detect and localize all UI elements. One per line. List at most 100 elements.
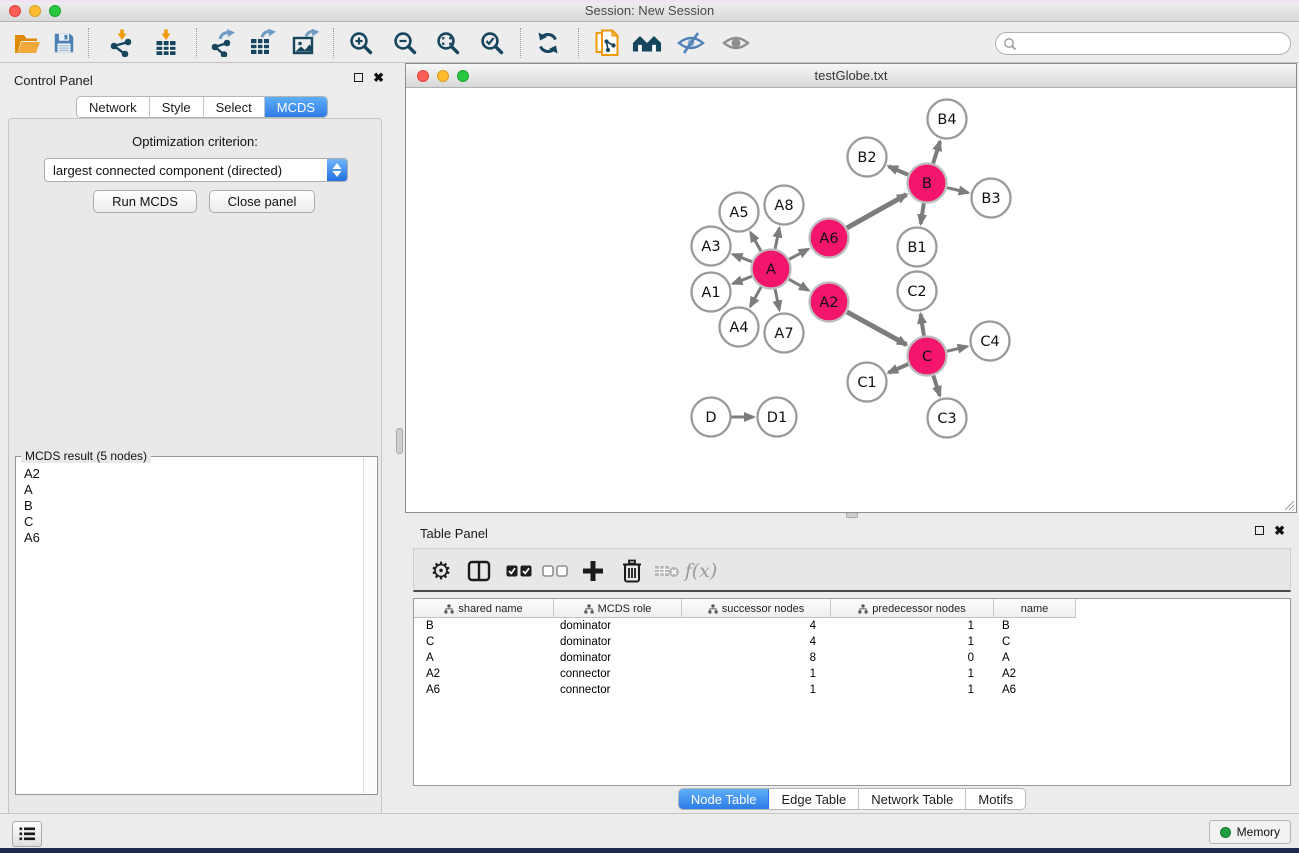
mcds-result-item[interactable]: B — [17, 497, 363, 513]
graph-node-C4[interactable]: C4 — [971, 322, 1010, 361]
export-image-icon[interactable] — [290, 29, 320, 57]
export-table-icon[interactable] — [247, 29, 277, 57]
table-tab-network-table[interactable]: Network Table — [859, 789, 966, 809]
refresh-icon[interactable] — [533, 29, 563, 57]
zoom-fit-icon[interactable] — [433, 29, 463, 57]
column-header-mcds-role[interactable]: MCDS role — [554, 599, 682, 618]
graph-node-A2[interactable]: A2 — [810, 283, 849, 322]
zoom-out-icon[interactable] — [390, 29, 420, 57]
table-tab-motifs[interactable]: Motifs — [966, 789, 1025, 809]
edge-A-A8[interactable] — [775, 228, 779, 249]
graph-node-C3[interactable]: C3 — [928, 399, 967, 438]
optimization-criterion-dropdown[interactable]: largest connected component (directed) — [44, 158, 348, 182]
mcds-result-item[interactable]: A2 — [17, 465, 363, 481]
mcds-result-item[interactable]: C — [17, 513, 363, 529]
network-graph-canvas[interactable]: B4B2BB3A5A8A6A3B1AA1C2A2A4A7C4CC1C3DD1 — [406, 88, 1296, 512]
edge-A-A5[interactable] — [751, 232, 761, 251]
edge-B-B4[interactable] — [933, 141, 940, 163]
first-neighbors-icon[interactable] — [632, 29, 662, 57]
graph-node-A7[interactable]: A7 — [765, 314, 804, 353]
network-snapshot-icon[interactable] — [592, 29, 622, 57]
close-panel-icon[interactable]: ✖ — [373, 73, 384, 82]
graph-node-A[interactable]: A — [752, 250, 791, 289]
tab-network[interactable]: Network — [77, 97, 150, 117]
table-settings-gear-icon[interactable]: ⚙ — [426, 556, 456, 586]
search-field[interactable] — [995, 32, 1291, 55]
edge-B-B3[interactable] — [947, 188, 968, 193]
mcds-result-item[interactable]: A — [17, 481, 363, 497]
table-row[interactable]: Bdominator41B — [414, 618, 1290, 634]
float-panel-icon[interactable] — [354, 73, 363, 82]
graph-node-A6[interactable]: A6 — [810, 219, 849, 258]
graph-node-C[interactable]: C — [908, 337, 947, 376]
table-row[interactable]: Adominator80A — [414, 650, 1290, 666]
edge-A-A2[interactable] — [789, 279, 809, 290]
edge-A-A1[interactable] — [733, 276, 752, 283]
deselect-all-icon[interactable] — [540, 556, 570, 586]
graph-node-A1[interactable]: A1 — [692, 273, 731, 312]
tab-style[interactable]: Style — [150, 97, 204, 117]
tab-select[interactable]: Select — [204, 97, 265, 117]
edge-A6-B[interactable] — [847, 195, 907, 228]
tab-mcds[interactable]: MCDS — [265, 97, 327, 117]
column-header-name[interactable]: name — [994, 599, 1076, 618]
mcds-result-item[interactable]: A6 — [17, 529, 363, 545]
import-table-icon[interactable] — [151, 29, 181, 57]
graph-node-B1[interactable]: B1 — [898, 228, 937, 267]
table-tab-node-table[interactable]: Node Table — [679, 789, 770, 809]
graph-node-A8[interactable]: A8 — [765, 186, 804, 225]
graph-node-C2[interactable]: C2 — [898, 272, 937, 311]
open-session-icon[interactable] — [12, 29, 42, 57]
graph-node-B[interactable]: B — [908, 164, 947, 203]
column-header-successor-nodes[interactable]: successor nodes — [682, 599, 831, 618]
vertical-splitter-handle[interactable] — [396, 428, 403, 454]
close-table-panel-icon[interactable]: ✖ — [1274, 526, 1285, 535]
table-row[interactable]: Cdominator41C — [414, 634, 1290, 650]
graph-node-A4[interactable]: A4 — [720, 308, 759, 347]
graph-node-D1[interactable]: D1 — [758, 398, 797, 437]
zoom-in-icon[interactable] — [346, 29, 376, 57]
result-list-scrollbar[interactable] — [363, 458, 376, 793]
edge-C-C4[interactable] — [947, 346, 967, 351]
edge-A-A7[interactable] — [775, 289, 779, 310]
graph-node-B3[interactable]: B3 — [972, 179, 1011, 218]
apply-function-icon[interactable]: f(x) — [686, 556, 716, 586]
table-row[interactable]: A6connector11A6 — [414, 682, 1290, 698]
float-table-panel-icon[interactable] — [1255, 526, 1264, 535]
column-header-predecessor-nodes[interactable]: predecessor nodes — [831, 599, 994, 618]
export-network-icon[interactable] — [207, 29, 237, 57]
import-network-icon[interactable] — [106, 29, 136, 57]
close-panel-button[interactable]: Close panel — [209, 190, 315, 213]
edge-A2-C[interactable] — [847, 312, 906, 345]
table-tab-edge-table[interactable]: Edge Table — [769, 789, 859, 809]
edge-C-C3[interactable] — [933, 376, 939, 396]
delete-column-trash-icon[interactable] — [617, 556, 647, 586]
search-input[interactable] — [1017, 35, 1290, 53]
show-columns-icon[interactable] — [464, 556, 494, 586]
graph-node-B4[interactable]: B4 — [928, 100, 967, 139]
edge-B-B2[interactable] — [889, 166, 909, 175]
run-mcds-button[interactable]: Run MCDS — [93, 190, 197, 213]
delete-table-icon[interactable] — [652, 556, 682, 586]
graph-node-B2[interactable]: B2 — [848, 138, 887, 177]
save-session-icon[interactable] — [49, 29, 79, 57]
hide-selected-eye-slash-icon[interactable] — [676, 29, 706, 57]
add-column-plus-icon[interactable] — [578, 556, 608, 586]
edge-A-A3[interactable] — [733, 254, 752, 261]
memory-button[interactable]: Memory — [1209, 820, 1291, 844]
graph-node-A3[interactable]: A3 — [692, 227, 731, 266]
table-row[interactable]: A2connector11A2 — [414, 666, 1290, 682]
task-history-button[interactable] — [12, 821, 42, 847]
edge-A-A6[interactable] — [789, 249, 808, 259]
column-header-shared-name[interactable]: shared name — [414, 599, 554, 618]
show-all-eye-icon[interactable] — [721, 29, 751, 57]
graph-node-C1[interactable]: C1 — [848, 363, 887, 402]
edge-C-C2[interactable] — [921, 314, 924, 336]
edge-A-A4[interactable] — [750, 287, 761, 306]
edge-C-C1[interactable] — [889, 364, 909, 373]
graph-node-D[interactable]: D — [692, 398, 731, 437]
edge-B-B1[interactable] — [921, 203, 924, 224]
zoom-selected-icon[interactable] — [477, 29, 507, 57]
select-all-icon[interactable] — [504, 556, 534, 586]
window-resize-grip[interactable] — [1283, 499, 1295, 511]
